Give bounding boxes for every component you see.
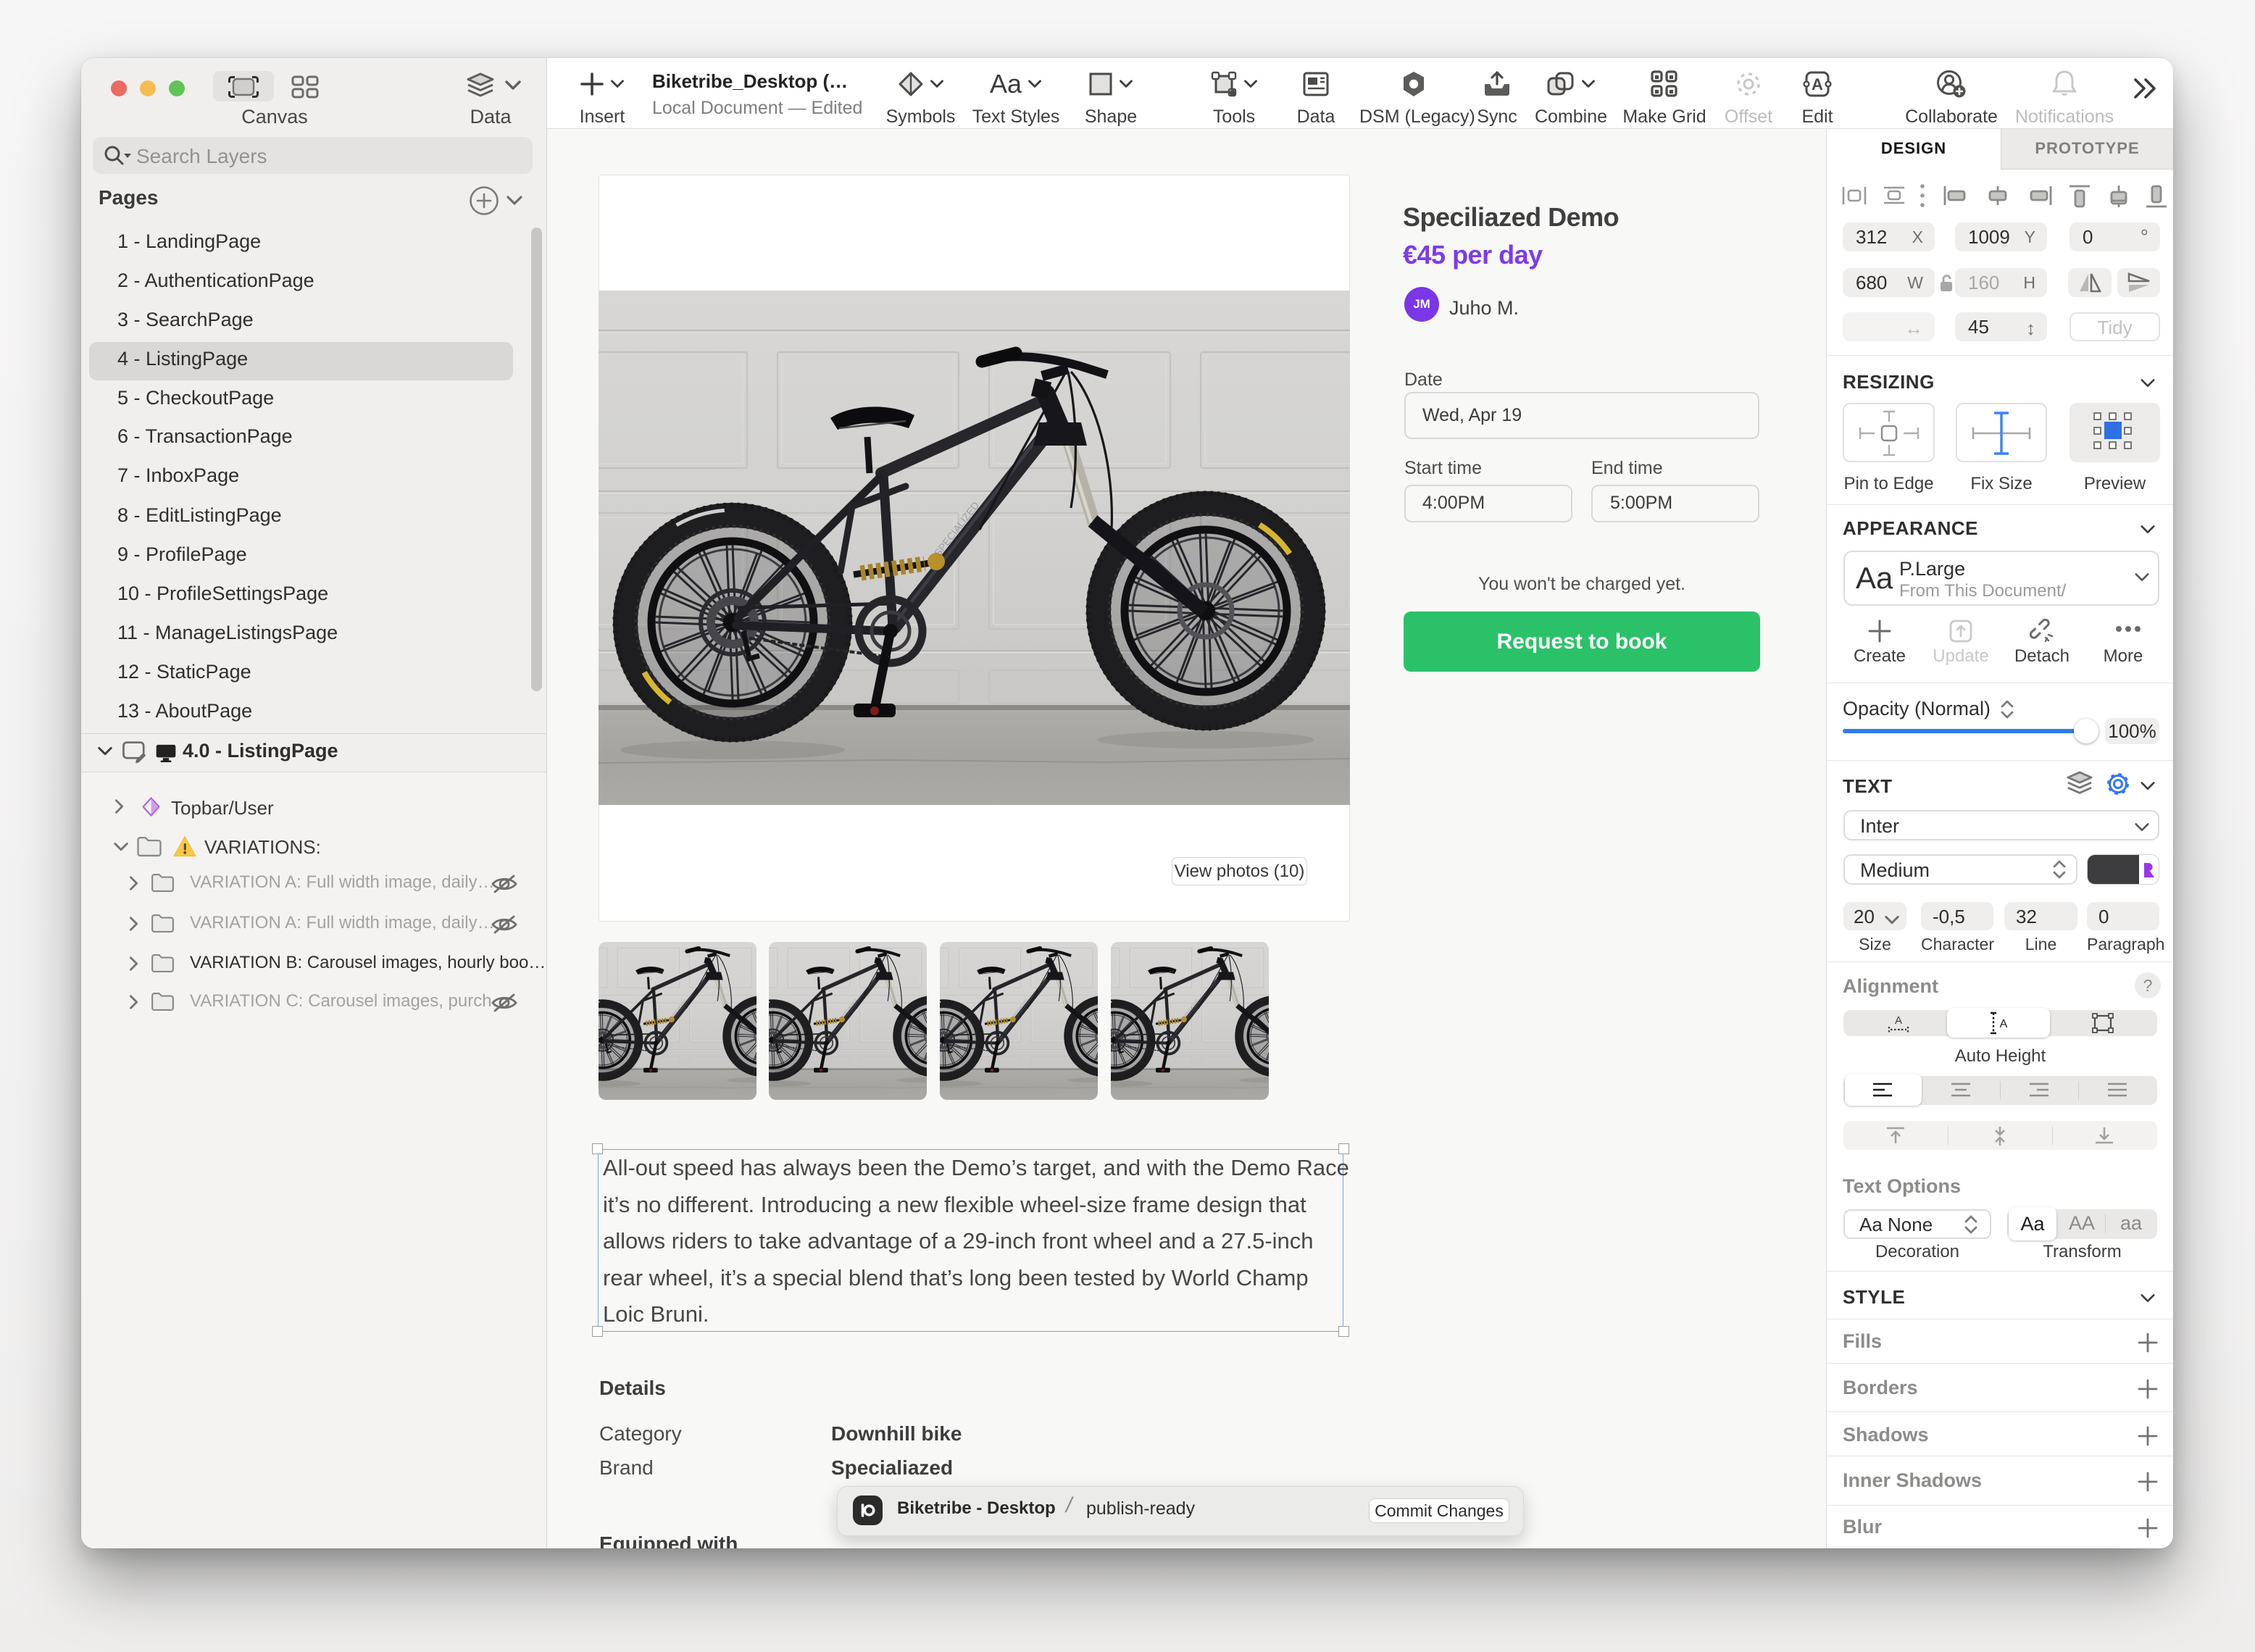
- svg-text:A: A: [1812, 75, 1823, 93]
- svg-text:A: A: [1895, 1014, 1902, 1027]
- svg-text:A: A: [2000, 1018, 2008, 1030]
